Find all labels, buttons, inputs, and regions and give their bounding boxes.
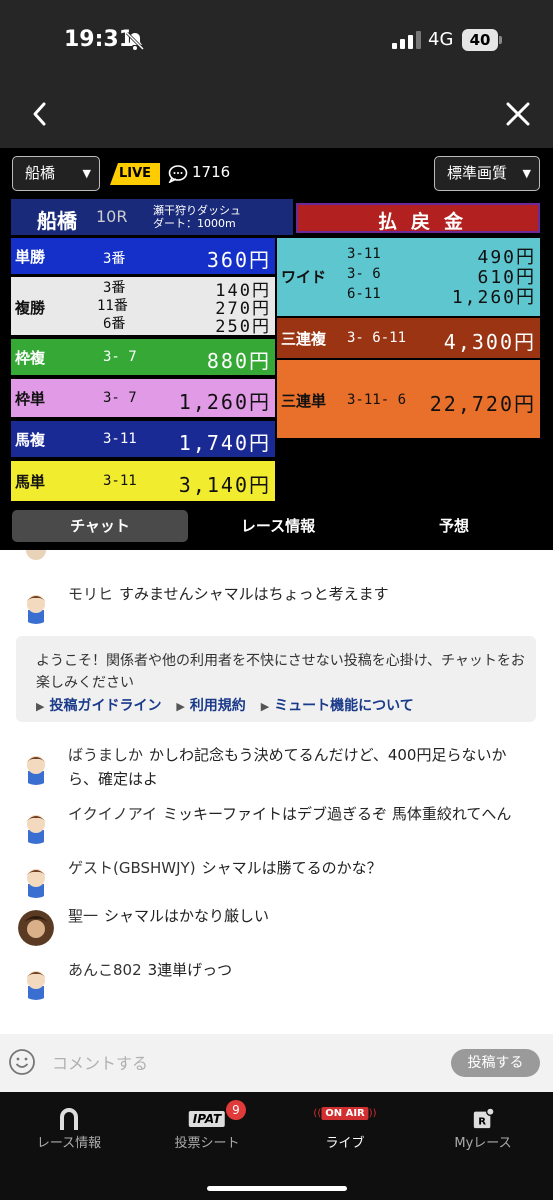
payout-row-wide: ワイド 3-11 3- 6 6-11 490円 610円 1,260円 bbox=[277, 238, 540, 316]
payout-row-wakutan: 枠単 3- 7 1,260円 bbox=[11, 379, 275, 417]
tab-chat[interactable]: チャット bbox=[12, 510, 188, 542]
mute-info-link[interactable]: ミュート機能について bbox=[274, 698, 414, 714]
photo-avatar bbox=[18, 910, 54, 946]
quality-select[interactable]: 標準画質 ▼ bbox=[434, 156, 540, 191]
race-number: 10R bbox=[96, 207, 128, 226]
avatar bbox=[18, 808, 54, 844]
payout-row-fukusho: 複勝 3番 11番 6番 140円 270円 250円 bbox=[11, 277, 275, 337]
race-header: 船橋 10R 瀬干狩りダッシュ ダート：1000m bbox=[11, 199, 293, 235]
status-time: 19:31 bbox=[64, 27, 135, 52]
avatar bbox=[18, 749, 54, 785]
dropdown-caret-icon: ▼ bbox=[522, 167, 531, 180]
comment-bar: コメントする 投稿する bbox=[0, 1034, 553, 1092]
chat-username[interactable]: ばうましか bbox=[68, 746, 143, 764]
horseshoe-icon bbox=[60, 1108, 78, 1130]
payout-row-sanrenpuku: 三連複 3- 6-11 4,300円 bbox=[277, 318, 540, 358]
avatar bbox=[18, 964, 54, 1000]
close-icon[interactable] bbox=[505, 101, 531, 127]
player-tabs: チャット レース情報 予想 bbox=[0, 506, 553, 550]
venue-select-value: 船橋 bbox=[25, 164, 56, 182]
emoji-icon[interactable] bbox=[8, 1048, 36, 1076]
payout-row-umatan: 馬単 3-11 3,140円 bbox=[11, 461, 275, 501]
bottom-nav: レース情報 IPAT 9 投票シート ((ON AIR)) ライブ R Myレー… bbox=[0, 1092, 553, 1200]
triangle-right-icon: ▶ bbox=[260, 700, 270, 713]
race-venue: 船橋 bbox=[37, 209, 77, 233]
welcome-notice: ようこそ！関係者や他の利用者を不快にさせない投稿を心掛け、チャットをお楽しみくだ… bbox=[16, 636, 536, 722]
chat-username[interactable]: あんこ802 bbox=[68, 961, 142, 979]
bottom-nav-my-race[interactable]: R Myレース bbox=[414, 1092, 552, 1162]
avatar bbox=[18, 550, 54, 568]
back-chevron-icon[interactable] bbox=[28, 100, 52, 128]
avatar bbox=[18, 588, 54, 624]
chat-text: ミッキーファイトはデブ過ぎるぞ 馬体重絞れてへん bbox=[162, 805, 512, 823]
signal-icon bbox=[392, 31, 421, 49]
quality-select-value: 標準画質 bbox=[447, 164, 508, 182]
bottom-nav-live[interactable]: ((ON AIR)) ライブ bbox=[276, 1092, 414, 1162]
home-indicator bbox=[207, 1186, 347, 1191]
payout-row-tansho: 単勝 3番 360円 bbox=[11, 238, 275, 274]
tab-race-info[interactable]: レース情報 bbox=[190, 510, 366, 542]
race-name: 瀬干狩りダッシュ ダート：1000m bbox=[153, 204, 241, 230]
live-video[interactable]: 船橋 ▼ LIVE 1716 標準画質 ▼ 船橋 10R 瀬干狩りダッシュ ダー… bbox=[0, 148, 553, 550]
chat-username[interactable]: イクイノアイ bbox=[68, 805, 157, 823]
notification-badge: 9 bbox=[226, 1100, 246, 1120]
tab-prediction[interactable]: 予想 bbox=[366, 510, 542, 542]
triangle-right-icon: ▶ bbox=[36, 700, 45, 713]
payout-board: 船橋 10R 瀬干狩りダッシュ ダート：1000m 払戻金 単勝 3番 360円… bbox=[11, 199, 540, 501]
avatar bbox=[18, 862, 54, 898]
svg-text:R: R bbox=[478, 1117, 486, 1128]
nav-bar bbox=[0, 80, 553, 148]
payout-header: 払戻金 bbox=[296, 203, 540, 233]
terms-link[interactable]: 利用規約 bbox=[190, 698, 246, 714]
chat-bubble-icon bbox=[168, 165, 188, 183]
chat-text: すみませんシャマルはちょっと考えます bbox=[119, 585, 389, 603]
battery-icon: 40 bbox=[462, 29, 502, 51]
welcome-text: ようこそ！関係者や他の利用者を不快にさせない投稿を心掛け、チャットをお楽しみくだ… bbox=[36, 653, 525, 691]
chat-username[interactable]: 聖一 bbox=[68, 907, 98, 925]
payout-row-sanrentan: 三連単 3-11- 6 22,720円 bbox=[277, 360, 540, 438]
chat-text: シャマルは勝てるのかな？ bbox=[201, 859, 382, 877]
on-air-icon: ((ON AIR)) bbox=[313, 1107, 377, 1120]
ipat-icon: IPAT bbox=[188, 1108, 226, 1134]
chat-username[interactable]: ゲスト(GBSHWJY) bbox=[68, 859, 196, 877]
comment-input[interactable]: コメントする bbox=[52, 1050, 148, 1074]
post-button[interactable]: 投稿する bbox=[451, 1049, 540, 1077]
welcome-links: ▶ 投稿ガイドライン ▶ 利用規約 ▶ ミュート機能について bbox=[36, 695, 424, 715]
bottom-nav-race-info[interactable]: レース情報 bbox=[0, 1092, 138, 1162]
bottom-nav-vote-sheet[interactable]: IPAT 9 投票シート bbox=[138, 1092, 276, 1162]
my-race-icon: R bbox=[473, 1107, 494, 1129]
chat-text: シャマルはかなり厳しい bbox=[104, 907, 270, 925]
payout-row-umaren: 馬複 3-11 1,740円 bbox=[11, 421, 275, 457]
guideline-link[interactable]: 投稿ガイドライン bbox=[49, 698, 161, 714]
chat-username[interactable]: モリヒ bbox=[68, 585, 113, 603]
chat-panel[interactable]: モリヒ すみませんシャマルはちょっと考えます ようこそ！関係者や他の利用者を不快に… bbox=[0, 550, 553, 1034]
viewer-count: 1716 bbox=[192, 163, 231, 181]
dropdown-caret-icon: ▼ bbox=[82, 167, 91, 180]
network-type: 4G bbox=[428, 29, 454, 50]
live-badge: LIVE bbox=[110, 163, 160, 185]
payout-row-wakuren: 枠複 3- 7 880円 bbox=[11, 339, 275, 375]
status-bar: 19:31 4G 40 bbox=[0, 0, 553, 80]
triangle-right-icon: ▶ bbox=[176, 700, 185, 713]
venue-select[interactable]: 船橋 ▼ bbox=[12, 156, 100, 191]
chat-text: 3連単げっつ bbox=[147, 961, 233, 979]
silent-bell-icon bbox=[125, 31, 145, 51]
